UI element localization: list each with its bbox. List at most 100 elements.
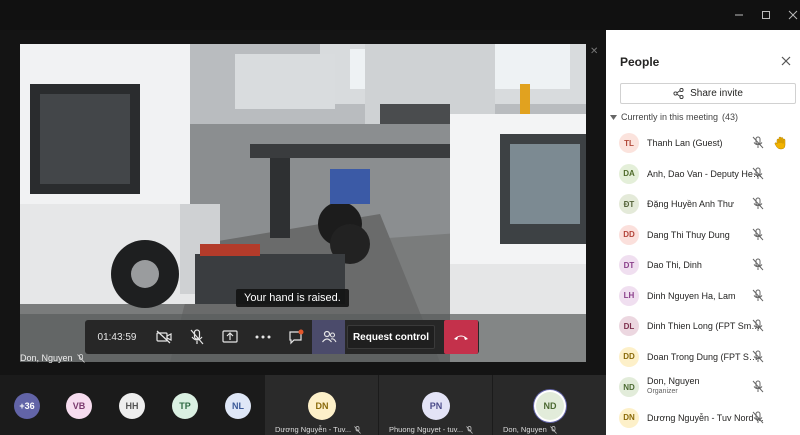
mic-off-icon (752, 167, 766, 181)
mic-off-icon (752, 228, 766, 242)
participant-tile[interactable]: DN Dương Nguyễn - Tuv... (265, 375, 378, 435)
more-actions-button[interactable] (246, 320, 279, 354)
participant-gallery: +36 VB HH TP NL DN Dương Nguyễn - Tuv... PN Phu… (0, 375, 606, 435)
participant-avatar[interactable]: VB (66, 393, 92, 419)
mic-off-icon (752, 411, 766, 425)
avatar: LH (619, 285, 639, 306)
in-meeting-section-header[interactable]: Currently in this meeting (43) (610, 112, 738, 122)
participant-row[interactable]: DL Dinh Thien Long (FPT Smart ... (606, 311, 800, 342)
participant-row[interactable]: DA Anh, Dao Van - Deputy Head... (606, 159, 800, 190)
participant-name: Dao Thi, Dinh (647, 260, 702, 270)
avatar: DD (619, 346, 639, 367)
overflow-participants-badge[interactable]: +36 (14, 393, 40, 419)
participant-name: Dương Nguyễn - Tuv Nord ... (647, 412, 764, 423)
participant-row[interactable]: ĐT Đặng Huyền Anh Thư (606, 189, 800, 220)
panel-title: People (620, 55, 660, 69)
hand-raised-notification: Your hand is raised. (236, 289, 349, 307)
tile-participant-name: Dương Nguyễn - Tuv... (275, 425, 352, 434)
chat-icon (288, 329, 303, 345)
avatar: DD (619, 224, 639, 245)
participant-name: Doan Trong Dung (FPT Smar... (647, 351, 765, 362)
meeting-stage: ✕ Your hand is raised. 01:43:59 Request … (0, 30, 606, 375)
tile-participant-name: Phuong Nguyet - tuv... (389, 425, 464, 434)
avatar: DN (619, 407, 639, 428)
participant-name: Dinh Thien Long (FPT Smart ... (647, 321, 765, 331)
meeting-timer: 01:43:59 (97, 331, 137, 343)
mic-muted-button[interactable] (180, 320, 213, 354)
avatar: ĐT (619, 194, 639, 214)
camera-off-button[interactable] (147, 320, 180, 354)
meeting-control-bar: 01:43:59 Request control (85, 320, 479, 354)
mic-off-icon (752, 350, 766, 364)
participant-name: Dang Thi Thuy Dung (647, 229, 730, 240)
shared-video-feed[interactable] (20, 44, 586, 362)
tile-label: Dương Nguyễn - Tuv... (275, 425, 361, 434)
share-tray-icon (221, 330, 238, 343)
hang-up-button[interactable] (444, 320, 478, 354)
participant-row[interactable]: DD Doan Trong Dung (FPT Smar... (606, 342, 800, 373)
mic-off-icon (354, 425, 361, 434)
participant-tile[interactable]: ND Don, Nguyen (493, 375, 606, 435)
section-count: (43) (722, 112, 739, 122)
participant-row[interactable]: DD Dang Thi Thuy Dung (606, 220, 800, 251)
mic-off-icon (76, 353, 85, 363)
share-invite-label: Share invite (690, 88, 743, 99)
avatar: ND (619, 377, 639, 397)
panel-close-icon[interactable] (780, 54, 794, 68)
people-panel: People Share invite Currently in this me… (606, 30, 800, 435)
avatar: DT (619, 255, 639, 275)
teams-meeting-window: ✕ Your hand is raised. 01:43:59 Request … (0, 0, 800, 435)
workshop-scene-image (20, 44, 586, 362)
participant-name: Dinh Nguyen Ha, Lam (647, 290, 736, 301)
mic-off-icon (752, 319, 766, 333)
participant-name: Đặng Huyền Anh Thư (647, 199, 734, 209)
title-bar (0, 0, 800, 30)
participant-name: Don, Nguyen (647, 376, 700, 386)
mic-off-icon (550, 425, 557, 434)
participant-row[interactable]: TL Thanh Lan (Guest) (606, 128, 800, 159)
avatar: DL (619, 316, 639, 336)
participants-button[interactable] (312, 320, 345, 354)
people-icon (321, 330, 336, 343)
avatar: TL (619, 133, 639, 153)
mic-off-icon (466, 425, 473, 434)
participant-avatar[interactable]: NL (225, 393, 251, 419)
share-invite-button[interactable]: Share invite (620, 83, 796, 104)
maximize-icon[interactable] (757, 6, 775, 24)
participant-list: TL Thanh Lan (Guest) DA Anh, Dao Van - Depu… (606, 128, 800, 433)
share-screen-button[interactable] (213, 320, 246, 354)
avatar: DN (308, 392, 336, 420)
participant-row[interactable]: DN Dương Nguyễn - Tuv Nord ... (606, 403, 800, 434)
participant-role: Organizer (647, 388, 678, 395)
participant-avatar[interactable]: HH (119, 393, 145, 419)
chat-button[interactable] (279, 320, 312, 354)
avatar: DA (619, 163, 639, 184)
participant-row[interactable]: LH Dinh Nguyen Ha, Lam (606, 281, 800, 312)
tile-label: Don, Nguyen (503, 425, 557, 434)
mic-off-icon (752, 197, 766, 211)
avatar: PN (422, 392, 450, 420)
participant-row[interactable]: ND Don, Nguyen Organizer (606, 372, 800, 403)
mic-off-icon (752, 136, 766, 150)
camera-off-icon (155, 330, 172, 344)
participant-name: Thanh Lan (Guest) (647, 138, 723, 148)
participant-tile[interactable]: PN Phuong Nguyet - tuv... (379, 375, 492, 435)
request-control-button[interactable]: Request control (347, 325, 435, 349)
presenter-name: Don, Nguyen (20, 353, 73, 363)
participant-row[interactable]: DT Dao Thi, Dinh (606, 250, 800, 281)
phone-hangup-icon (454, 335, 468, 340)
avatar: ND (536, 392, 564, 420)
stage-dismiss-icon[interactable]: ✕ (590, 46, 598, 57)
participant-name: Anh, Dao Van - Deputy Head... (647, 168, 765, 179)
minimize-icon[interactable] (730, 6, 748, 24)
more-dots-icon (255, 335, 270, 339)
section-label: Currently in this meeting (621, 112, 719, 122)
window-close-icon[interactable] (784, 6, 800, 24)
mic-off-icon (190, 329, 203, 345)
mic-off-icon (752, 380, 766, 394)
mic-off-icon (752, 258, 766, 272)
participant-avatar[interactable]: TP (172, 393, 198, 419)
mic-off-icon (752, 289, 766, 303)
share-icon (673, 88, 684, 99)
chevron-down-icon (610, 114, 617, 120)
